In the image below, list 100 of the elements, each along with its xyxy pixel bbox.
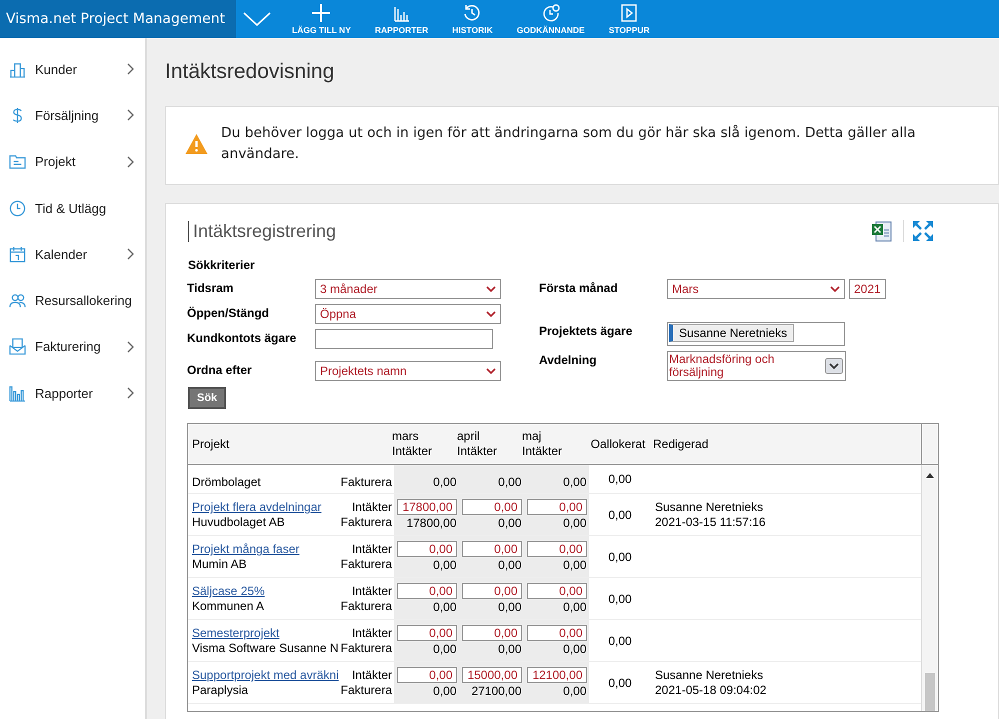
sidebar-item[interactable]: Tid & Utlägg (0, 184, 145, 232)
column-header: Redigerad (652, 436, 710, 452)
amount-field[interactable]: 0,00 (526, 499, 586, 515)
project-link[interactable]: Supportprojekt med avräkni (192, 668, 338, 682)
sidebar-item[interactable]: Projekt (0, 138, 145, 185)
chevron-right-icon (127, 109, 135, 122)
project-link[interactable]: Semesterprojekt (192, 626, 338, 640)
chevron-right-icon (127, 63, 135, 76)
project-link[interactable]: Säljcase 25% (192, 584, 338, 598)
unallocated-value: 0,00 (608, 676, 632, 690)
toolbar-button[interactable]: RAPPORTER (374, 3, 428, 35)
project-link[interactable]: Projekt många faser (192, 542, 338, 556)
amount-field[interactable]: 0,00 (526, 541, 586, 557)
dropdown[interactable]: 3 månader (315, 279, 501, 299)
unallocated-value: 0,00 (608, 634, 632, 648)
row-label: Intäkter (352, 668, 392, 682)
chevron-down-icon[interactable] (242, 11, 272, 27)
edit-timestamp: 2021-05-18 09:04:02 (655, 683, 768, 697)
amount-value: 0,00 (562, 516, 586, 530)
column-header: Oallokerat (590, 436, 646, 452)
sidebar-item[interactable]: Fakturering (0, 324, 145, 370)
amount-value: 0,00 (562, 642, 586, 656)
column-header: Projekt (191, 436, 230, 452)
dropdown[interactable]: Projektets namn (315, 361, 501, 381)
expand-icon[interactable] (903, 220, 934, 242)
toolbar-button[interactable]: HISTORIK (452, 3, 493, 35)
toolbar-button[interactable]: STOPPUR (608, 3, 650, 35)
amount-field[interactable]: 0,00 (462, 541, 522, 557)
search-button[interactable]: Sök (188, 387, 226, 409)
row-label: Fakturera (340, 557, 392, 571)
amount-field[interactable]: 0,00 (526, 625, 586, 641)
plus-icon (311, 3, 332, 23)
amount-field[interactable]: 0,00 (396, 625, 456, 641)
column-header: mars Intäkter (392, 429, 434, 459)
customer-name: Kommunen A (192, 599, 266, 613)
amount-value: 27100,00 (470, 684, 522, 698)
row-label: Fakturera (340, 599, 392, 613)
people-icon (9, 292, 26, 310)
sidebar-item[interactable]: Försäljning (0, 92, 145, 139)
amount-value: 0,00 (432, 642, 456, 656)
amount-field[interactable]: 0,00 (396, 583, 456, 599)
chevron-down-icon (486, 311, 496, 317)
amount-field[interactable]: 0,00 (526, 583, 586, 599)
row-label: Fakturera (340, 475, 392, 489)
field-label: Första månad (539, 280, 619, 295)
dropdown[interactable]: Öppna (315, 304, 501, 324)
amount-field[interactable]: 0,00 (396, 667, 456, 683)
sidebar-item[interactable]: Kalender (0, 231, 145, 278)
chevron-down-icon (825, 358, 843, 374)
amount-value: 0,00 (432, 684, 456, 698)
chevron-right-icon (127, 248, 135, 260)
amount-value: 0,00 (497, 558, 522, 572)
field-label: Projektets ägare (539, 323, 634, 338)
amount-field[interactable]: 0,00 (396, 541, 456, 557)
invoice-icon (9, 338, 26, 356)
toolbar-button[interactable]: GODKÄNNANDE (516, 3, 585, 35)
scrollbar[interactable] (921, 465, 938, 711)
department-dropdown[interactable]: Marknadsföring och försäljning (667, 351, 846, 381)
unallocated-value: 0,00 (608, 472, 632, 486)
amount-field[interactable]: 0,00 (462, 583, 522, 599)
unallocated-value: 0,00 (608, 550, 632, 564)
amount-field[interactable]: 12100,00 (526, 667, 586, 683)
owner-field[interactable]: Susanne Neretnieks (667, 322, 845, 346)
row-label: Intäkter (352, 500, 392, 514)
field-label: Avdelning (539, 352, 598, 367)
amount-field[interactable]: 0,00 (462, 625, 522, 641)
field-label: Tidsram (187, 280, 234, 295)
amount-field[interactable]: 0,00 (462, 499, 522, 515)
warning-icon (184, 133, 209, 155)
chevron-right-icon (127, 387, 135, 400)
toolbar-button[interactable]: LÄGG TILL NY (292, 3, 351, 35)
customer-name: Huvudbolaget AB (192, 515, 286, 529)
owner-tag[interactable]: Susanne Neretnieks (669, 324, 794, 342)
sidebar-item[interactable]: Kunder (0, 46, 145, 92)
amount-field[interactable]: 17800,00 (396, 499, 456, 515)
project-link[interactable]: Projekt flera avdelningar (192, 500, 338, 514)
amount-value: 0,00 (497, 600, 522, 614)
up-arrow-icon[interactable] (926, 473, 934, 478)
sidebar-item[interactable]: Resursallokering (0, 277, 145, 324)
amount-field[interactable]: 15000,00 (462, 667, 522, 683)
field-label: Kundkontots ägare (187, 330, 298, 345)
panel-title: Intäktsregistrering (188, 220, 336, 242)
amount-value: 17800,00 (405, 516, 456, 530)
editor-name: Susanne Neretnieks (655, 668, 764, 682)
year-field[interactable]: 2021 (849, 279, 886, 299)
customer-name: Drömbolaget (192, 475, 262, 489)
page-title: Intäktsredovisning (165, 60, 336, 84)
customer-name: Paraplysia (192, 683, 250, 697)
history-icon (462, 3, 482, 23)
unallocated-value: 0,00 (608, 508, 632, 522)
dropdown[interactable]: Mars (667, 279, 845, 299)
row-label: Fakturera (340, 515, 392, 529)
sidebar-item[interactable]: Rapporter (0, 370, 145, 416)
scrollbar-thumb[interactable] (925, 673, 935, 711)
amount-value: 0,00 (432, 558, 456, 572)
row-label: Fakturera (340, 683, 392, 697)
bar-chart-icon (9, 384, 26, 402)
amount-value: 0,00 (497, 642, 522, 656)
spreadsheet-icon[interactable] (871, 220, 893, 242)
text-field[interactable] (315, 329, 493, 349)
